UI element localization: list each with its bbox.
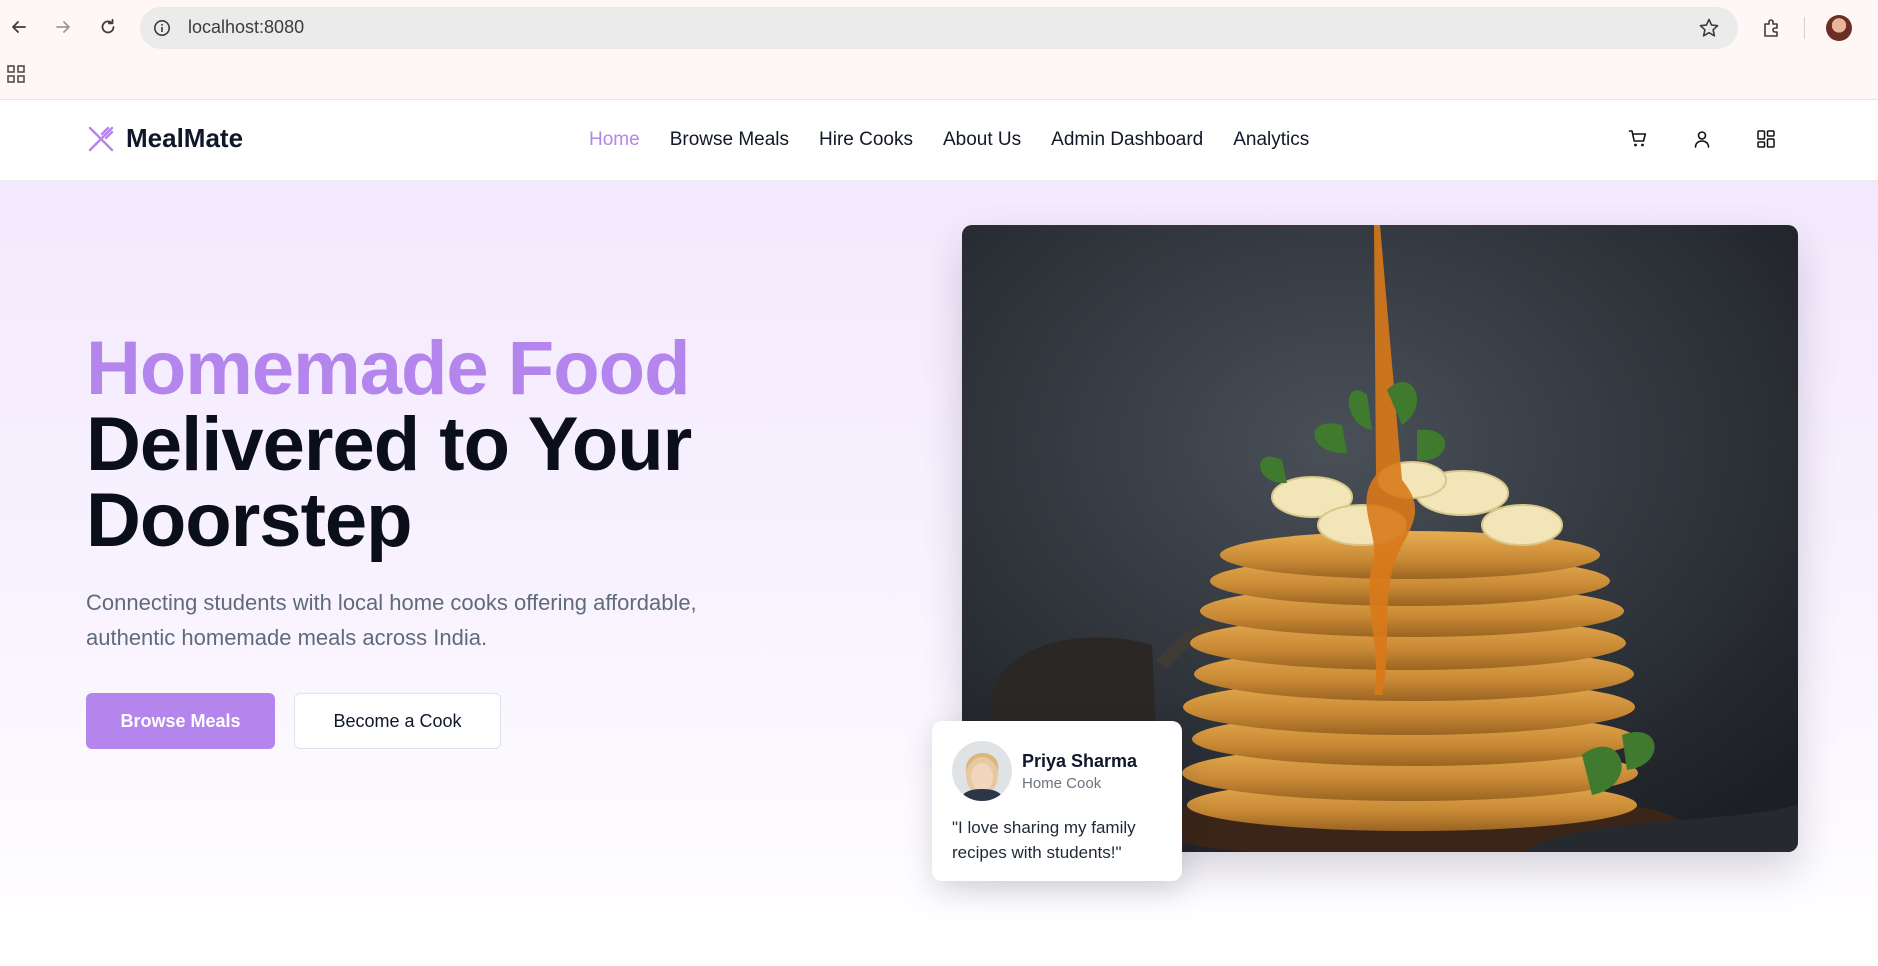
url-text[interactable]: localhost:8080 [188,17,304,38]
cart-icon [1628,130,1647,147]
back-button[interactable] [4,12,34,42]
nav-hire-cooks[interactable]: Hire Cooks [819,129,913,151]
site-header: MealMate Home Browse Meals Hire Cooks Ab… [0,101,1878,181]
toolbar-divider [1804,17,1805,39]
dashboard-grid-icon [1757,130,1775,148]
nav-analytics[interactable]: Analytics [1233,129,1309,151]
become-a-cook-button[interactable]: Become a Cook [294,693,501,749]
cart-button[interactable] [1626,127,1650,151]
nav-about-us[interactable]: About Us [943,129,1021,151]
reload-button[interactable] [93,12,123,42]
person-portrait-icon [952,741,1012,801]
testimonial-role: Home Cook [1022,775,1102,792]
arrow-left-icon [12,21,26,33]
browse-meals-button[interactable]: Browse Meals [86,693,275,749]
hero-title: Homemade Food Delivered to Your Doorstep [86,326,692,563]
nav-browse-meals[interactable]: Browse Meals [670,129,789,151]
address-bar[interactable] [140,7,1738,49]
main-nav: Home Browse Meals Hire Cooks About Us Ad… [589,129,1309,151]
browser-chrome: localhost:8080 [0,0,1878,100]
extensions-icon[interactable] [1761,17,1783,39]
nav-home[interactable]: Home [589,129,640,151]
utensils-icon [88,126,114,151]
apps-grid-icon[interactable] [6,64,26,84]
reload-icon [101,18,115,34]
bookmark-star-icon[interactable] [1698,17,1720,39]
account-button[interactable] [1690,127,1714,151]
brand-name: MealMate [126,123,244,153]
hero-subtitle: Connecting students with local home cook… [86,590,697,650]
forward-button[interactable] [48,12,78,42]
hero-title-accent: Homemade Food [86,326,691,411]
testimonial-card: Priya Sharma Home Cook "I love sharing m… [932,721,1182,881]
hero-section: Homemade Food Delivered to Your Doorstep… [0,181,1878,966]
testimonial-quote: "I love sharing my family recipes with s… [952,818,1136,862]
arrow-right-icon [56,21,70,33]
nav-admin-dashboard[interactable]: Admin Dashboard [1051,129,1203,151]
site-info-icon[interactable] [153,19,171,37]
user-icon [1694,131,1710,148]
hero-title-line-3: Doorstep [86,478,413,563]
profile-avatar[interactable] [1826,15,1852,41]
header-actions [1626,127,1778,151]
brand-logo[interactable]: MealMate [86,123,243,154]
dashboard-button[interactable] [1754,127,1778,151]
testimonial-avatar [952,741,1012,801]
testimonial-name: Priya Sharma [1022,751,1138,771]
hero-title-line-2: Delivered to Your [86,402,692,487]
